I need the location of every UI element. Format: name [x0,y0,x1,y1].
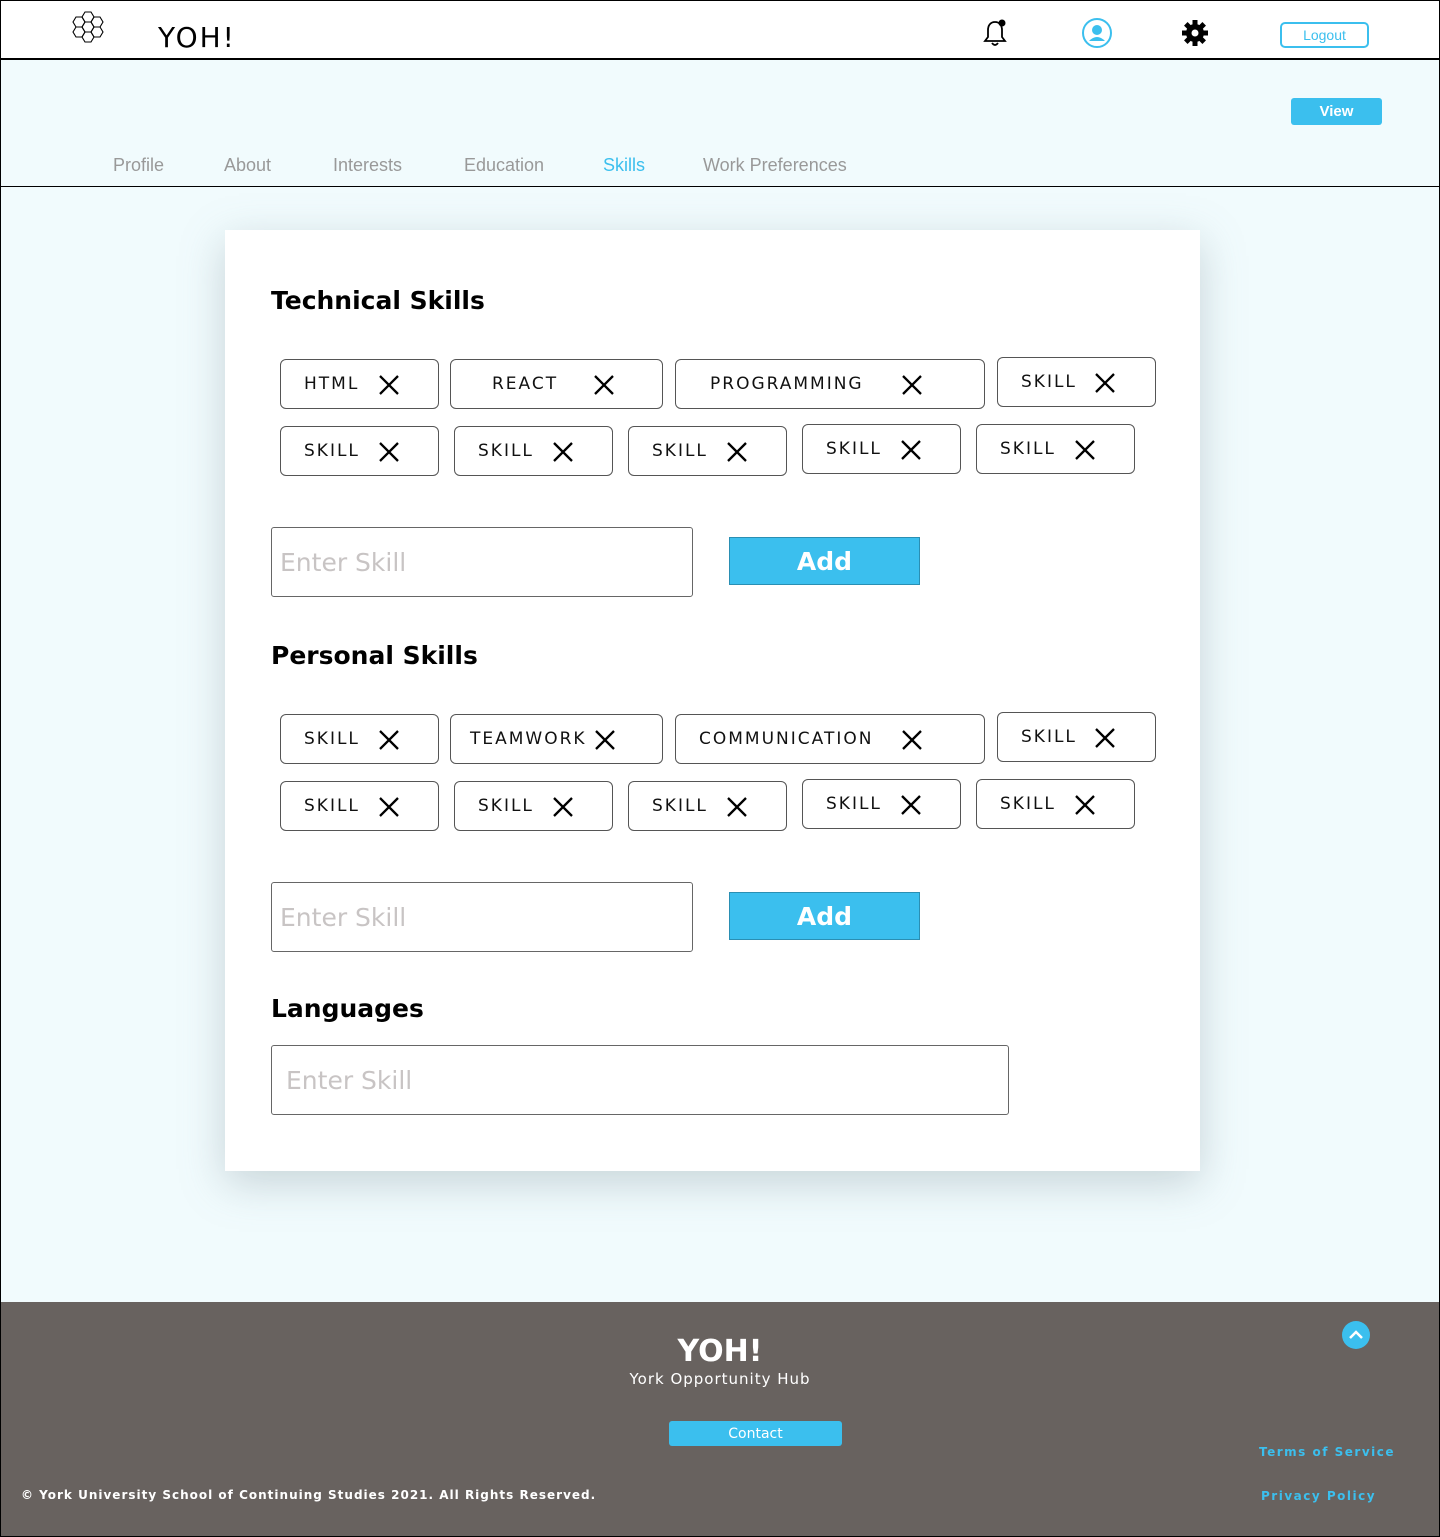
logout-button[interactable]: Logout [1280,22,1369,48]
terms-of-service-link[interactable]: Terms of Service [1259,1445,1395,1459]
close-icon[interactable] [1094,727,1116,749]
close-icon[interactable] [900,439,922,461]
skill-chip-label: SKILL [826,439,882,459]
app-title: YOH! [158,21,236,54]
close-icon[interactable] [378,441,400,463]
privacy-policy-link[interactable]: Privacy Policy [1261,1489,1376,1503]
skill-chip-label: COMMUNICATION [699,729,874,749]
tab-education[interactable]: Education [464,155,544,176]
skill-chip: SKILL [280,781,439,831]
skill-chip-label: SKILL [652,441,708,461]
skill-chip-label: SKILL [478,796,534,816]
gear-icon [1182,20,1208,46]
skill-chip-label: SKILL [304,796,360,816]
skill-chip: SKILL [997,357,1156,407]
personal-skills-title: Personal Skills [271,641,478,670]
skill-chip: SKILL [997,712,1156,762]
settings-button[interactable] [1179,17,1211,49]
skill-chip-label: HTML [304,374,360,394]
close-icon[interactable] [900,794,922,816]
close-icon[interactable] [1094,372,1116,394]
close-icon[interactable] [378,796,400,818]
skill-chip-label: SKILL [652,796,708,816]
tab-about[interactable]: About [224,155,271,176]
scroll-to-top-button[interactable] [1342,1321,1370,1349]
skill-chip: REACT [450,359,663,409]
skill-chip: SKILL [802,424,961,474]
notifications-button[interactable] [979,17,1011,49]
page: YOH! Logout View Profile About Interests… [0,0,1440,1537]
skills-card: Technical Skills HTML REACT PROGRAMMING … [225,230,1200,1171]
skill-chip: SKILL [628,781,787,831]
tab-interests[interactable]: Interests [333,155,402,176]
footer-subtitle: York Opportunity Hub [629,1370,811,1388]
close-icon[interactable] [552,796,574,818]
skill-chip: SKILL [454,781,613,831]
contact-button[interactable]: Contact [669,1421,842,1446]
skill-chip: TEAMWORK [450,714,663,764]
close-icon[interactable] [378,374,400,396]
tab-profile[interactable]: Profile [113,155,164,176]
language-input[interactable] [271,1045,1009,1115]
skill-chip-label: SKILL [826,794,882,814]
close-icon[interactable] [901,729,923,751]
skill-chip: SKILL [280,426,439,476]
technical-skills-title: Technical Skills [271,286,485,315]
close-icon[interactable] [726,796,748,818]
tab-work-preferences[interactable]: Work Preferences [703,155,847,176]
technical-skill-input[interactable] [271,527,693,597]
skill-chip-label: SKILL [1021,372,1077,392]
skill-chip: PROGRAMMING [675,359,985,409]
footer: YOH! York Opportunity Hub Contact © York… [1,1302,1439,1536]
close-icon[interactable] [593,374,615,396]
skill-chip-label: PROGRAMMING [710,374,864,394]
profile-subnav: View Profile About Interests Education S… [1,60,1439,187]
skill-chip: SKILL [802,779,961,829]
skill-chip: SKILL [280,714,439,764]
skill-chip-label: SKILL [1021,727,1077,747]
profile-button[interactable] [1081,17,1113,49]
skill-chip-label: SKILL [1000,439,1056,459]
copyright-text: © York University School of Continuing S… [21,1488,597,1502]
skill-chip-label: SKILL [304,441,360,461]
tab-skills[interactable]: Skills [603,155,645,176]
skill-chip: SKILL [976,424,1135,474]
close-icon[interactable] [1074,439,1096,461]
skill-chip-label: SKILL [304,729,360,749]
close-icon[interactable] [726,441,748,463]
skill-chip-label: TEAMWORK [470,729,587,749]
close-icon[interactable] [901,374,923,396]
skill-chip: SKILL [454,426,613,476]
add-technical-skill-button[interactable]: Add [729,537,920,585]
skill-chip-label: REACT [492,374,559,394]
skill-chip: SKILL [628,426,787,476]
close-icon[interactable] [378,729,400,751]
user-icon [1082,18,1112,48]
bell-icon [983,19,1007,46]
add-personal-skill-button[interactable]: Add [729,892,920,940]
skill-chip-label: SKILL [478,441,534,461]
skill-chip: HTML [280,359,439,409]
top-header: YOH! Logout [1,1,1439,60]
close-icon[interactable] [552,441,574,463]
personal-skill-input[interactable] [271,882,693,952]
view-button[interactable]: View [1291,98,1382,125]
close-icon[interactable] [1074,794,1096,816]
hexagon-logo-icon[interactable] [71,9,111,49]
chevron-up-icon [1349,1330,1363,1339]
languages-title: Languages [271,994,424,1023]
skill-chip: COMMUNICATION [675,714,985,764]
footer-title: YOH! [677,1334,763,1369]
close-icon[interactable] [594,729,616,751]
skill-chip-label: SKILL [1000,794,1056,814]
skill-chip: SKILL [976,779,1135,829]
